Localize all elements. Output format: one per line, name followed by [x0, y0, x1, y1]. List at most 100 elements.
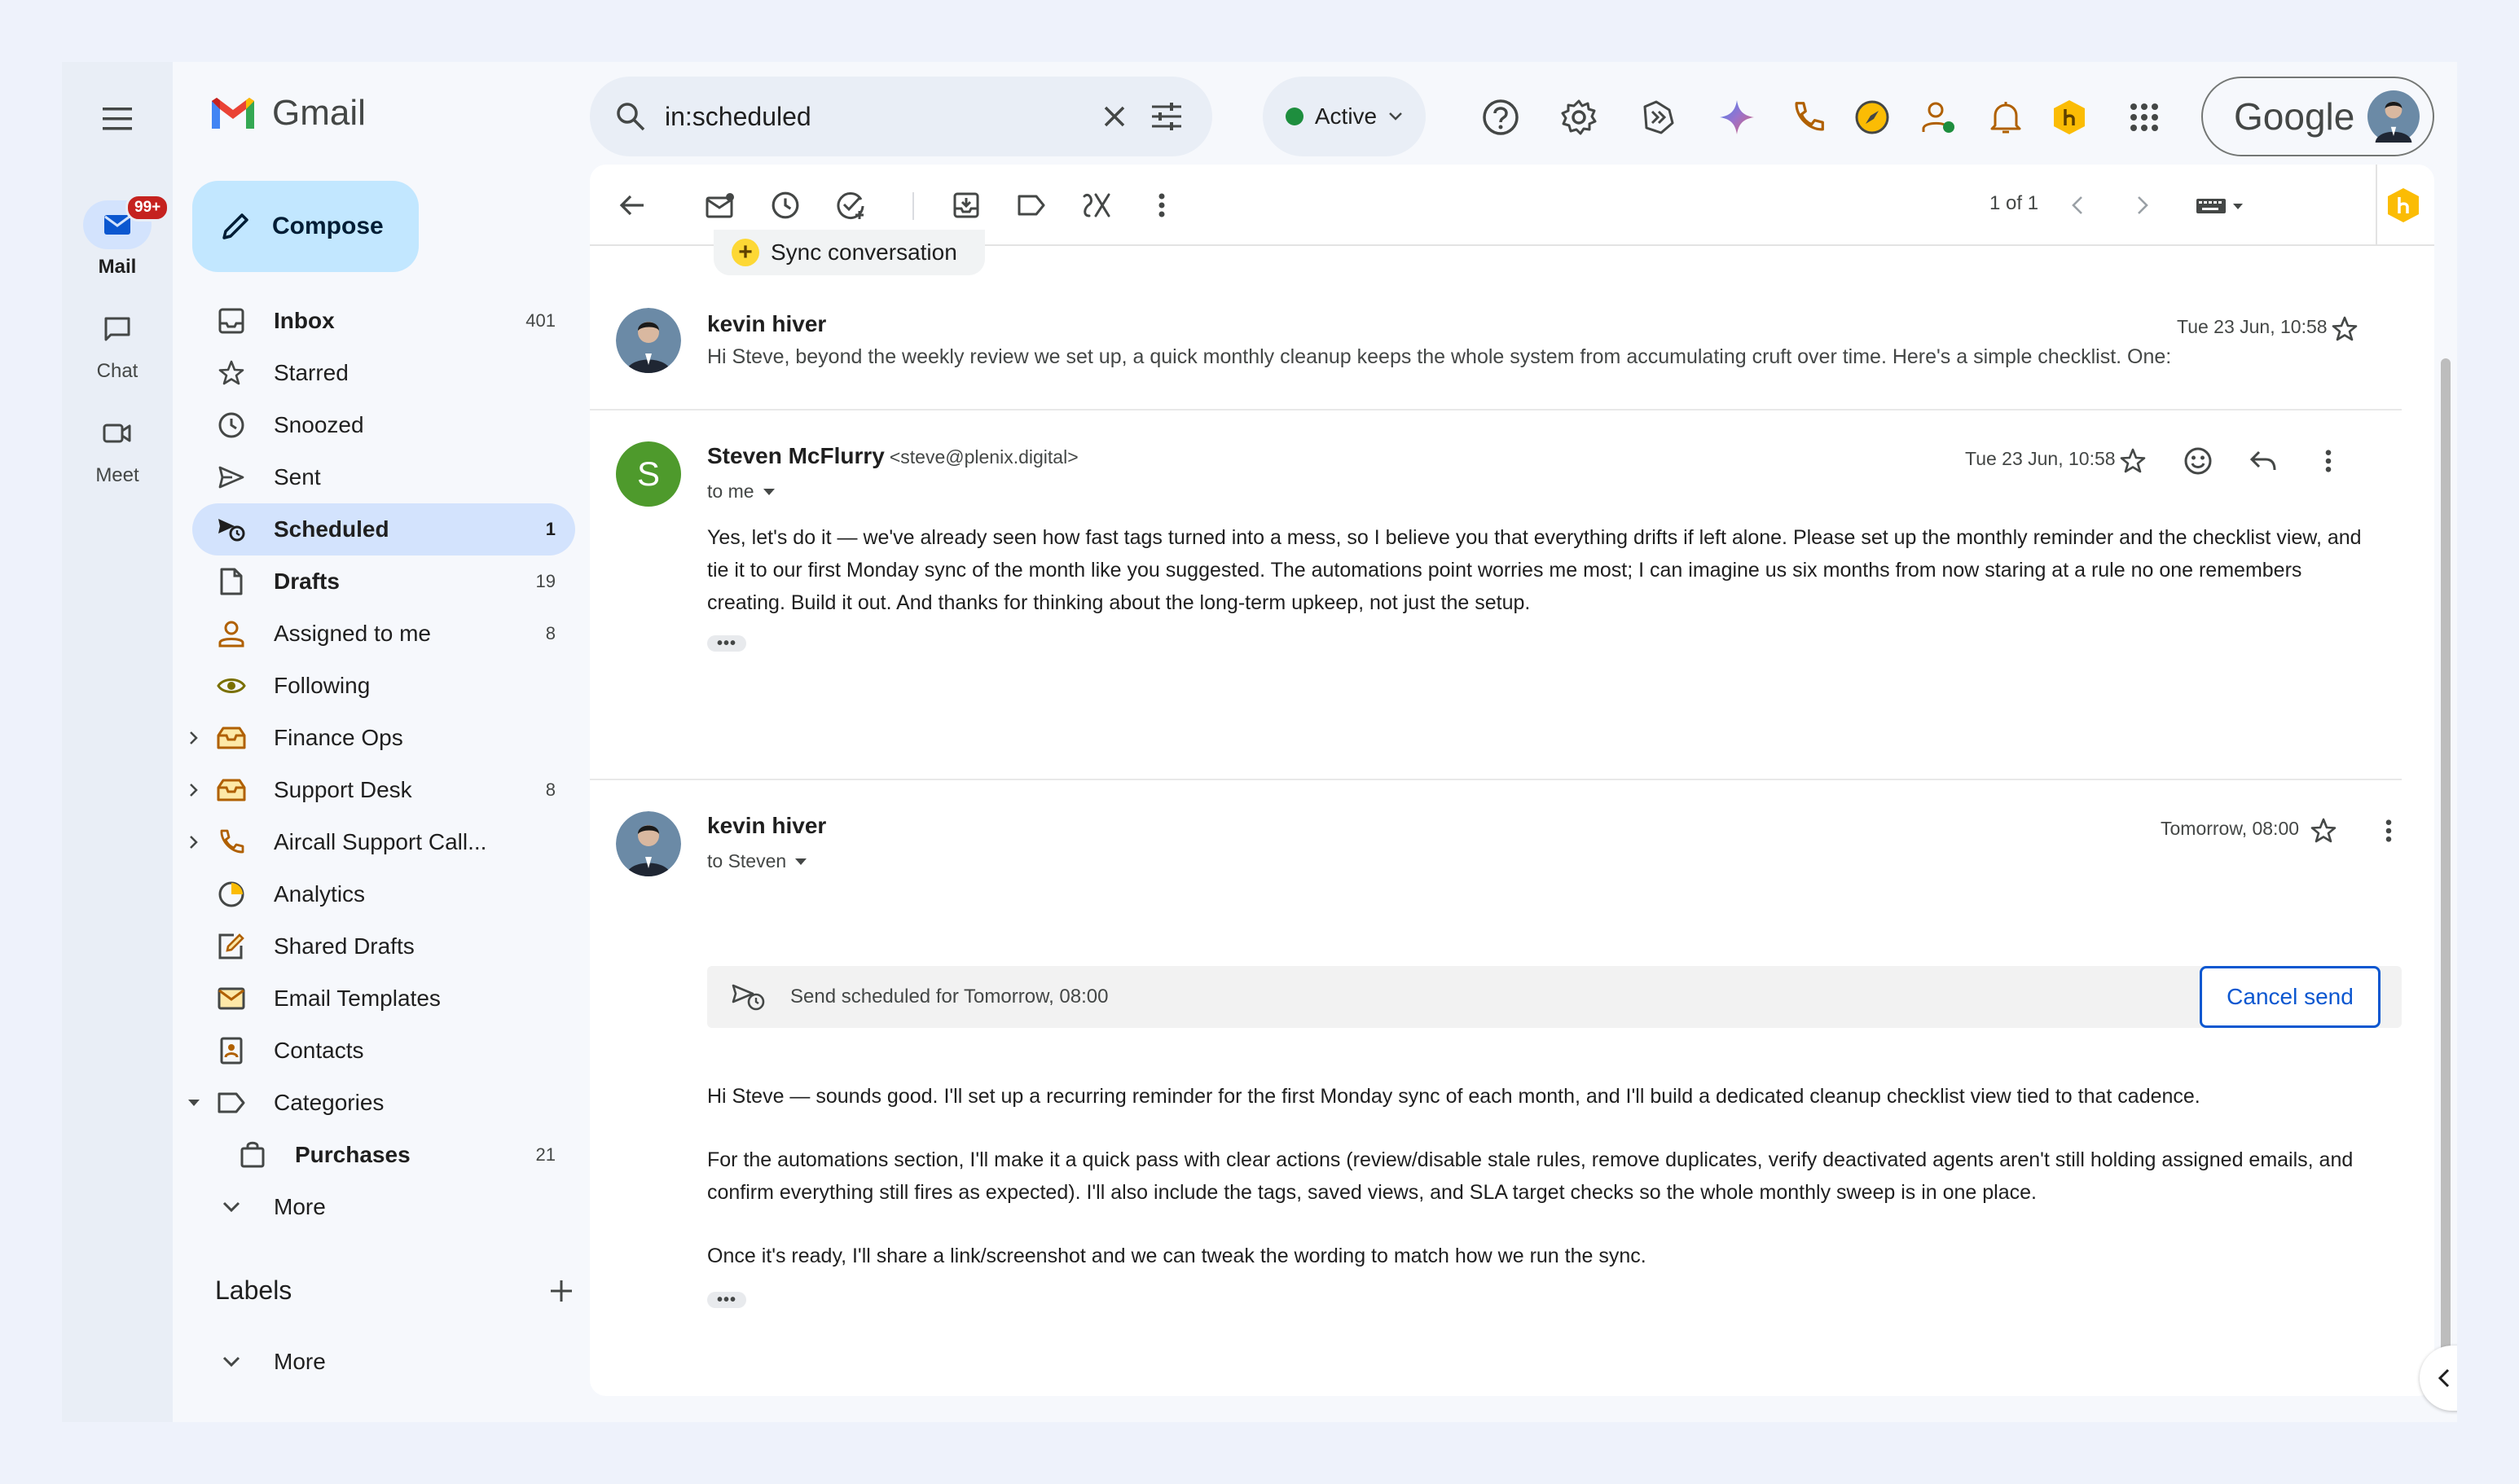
- hiver-extension-button[interactable]: [1634, 93, 1683, 142]
- main-menu-button[interactable]: [96, 98, 138, 140]
- status-selector[interactable]: Active: [1263, 77, 1426, 156]
- nav-label: Scheduled: [274, 516, 389, 542]
- nav-item-starred[interactable]: Starred: [192, 347, 575, 399]
- hiver-assign-button[interactable]: [1075, 184, 1118, 226]
- more-vertical-icon: [2325, 450, 2332, 472]
- star-icon: [2120, 448, 2146, 473]
- nav-item-analytics[interactable]: Analytics: [192, 868, 575, 920]
- sync-label: Sync conversation: [771, 239, 957, 265]
- nav-item-contacts[interactable]: Contacts: [192, 1025, 575, 1077]
- nav-item-sent[interactable]: Sent: [192, 451, 575, 503]
- nav-item-support-desk[interactable]: Support Desk 8: [190, 764, 575, 816]
- expand-chevron-icon[interactable]: [186, 835, 202, 850]
- star-button[interactable]: [2112, 440, 2154, 482]
- label-tag-icon: [218, 1092, 245, 1113]
- nav-item-inbox[interactable]: Inbox 401: [192, 295, 575, 347]
- contacts-status-button[interactable]: [1915, 93, 1963, 142]
- explore-button[interactable]: [1848, 93, 1897, 142]
- sidebar: Gmail Compose Inbox 401 Starred Snoozed: [173, 62, 648, 1422]
- cancel-send-button[interactable]: Cancel send: [2200, 966, 2381, 1028]
- rail-item-mail[interactable]: 99+ Mail: [62, 194, 173, 279]
- google-apps-button[interactable]: [2120, 93, 2169, 142]
- hiver-hexagon-icon: [2054, 100, 2085, 134]
- nav-item-following[interactable]: Following: [192, 660, 575, 712]
- search-input[interactable]: [665, 101, 1084, 132]
- expand-chevron-icon[interactable]: [186, 731, 202, 745]
- nav-label: Inbox: [274, 308, 335, 333]
- sync-conversation-button[interactable]: + Sync conversation: [714, 230, 985, 275]
- nav-item-shared-drafts[interactable]: Shared Drafts: [192, 920, 575, 973]
- snooze-button[interactable]: [764, 184, 807, 226]
- notifications-button[interactable]: [1981, 93, 2030, 142]
- show-trimmed-content-button[interactable]: •••: [707, 634, 746, 652]
- settings-button[interactable]: [1554, 93, 1603, 142]
- scrollbar[interactable]: [2441, 358, 2451, 1409]
- recipients-text: to Steven: [707, 850, 787, 872]
- labels-more-item[interactable]: More: [192, 1336, 575, 1388]
- message-more-button[interactable]: [2307, 440, 2350, 482]
- nav-label: Assigned to me: [274, 621, 431, 646]
- recipients-toggle[interactable]: to Steven: [707, 850, 807, 872]
- nav-label: Sent: [274, 464, 321, 490]
- rail-item-meet[interactable]: Meet: [62, 409, 173, 487]
- nav-label: Following: [274, 673, 371, 698]
- nav-item-aircall-support[interactable]: Aircall Support Call...: [190, 816, 575, 868]
- nav-item-scheduled[interactable]: Scheduled 1: [192, 503, 575, 555]
- tune-sliders-icon: [1152, 103, 1181, 130]
- plus-icon[interactable]: [549, 1279, 574, 1303]
- star-button[interactable]: [2323, 308, 2366, 350]
- hiver-panel-button[interactable]: [2379, 184, 2428, 226]
- reply-button[interactable]: [2242, 440, 2284, 482]
- show-trimmed-content-button[interactable]: •••: [707, 1291, 746, 1309]
- recipients-toggle[interactable]: to me: [707, 481, 776, 503]
- message-more-button[interactable]: [2367, 810, 2410, 852]
- call-button[interactable]: [1784, 93, 1833, 142]
- nav-item-assigned-to-me[interactable]: Assigned to me 8: [192, 608, 575, 660]
- support-button[interactable]: [1476, 93, 1525, 142]
- nav-item-finance-ops[interactable]: Finance Ops: [190, 712, 575, 764]
- add-task-icon: [837, 192, 864, 219]
- nav-item-purchases[interactable]: Purchases 21: [192, 1129, 575, 1181]
- star-button[interactable]: [2302, 810, 2345, 852]
- older-button[interactable]: [2121, 184, 2164, 226]
- input-tools-button[interactable]: [2191, 184, 2257, 226]
- labels-button[interactable]: [1010, 184, 1053, 226]
- nav-item-categories[interactable]: Categories: [188, 1077, 575, 1129]
- expand-chevron-icon[interactable]: [186, 783, 202, 797]
- nav-count: 1: [545, 519, 556, 539]
- newer-button[interactable]: [2056, 184, 2099, 226]
- back-button[interactable]: [611, 184, 653, 226]
- nav-count: 401: [525, 310, 556, 331]
- plus-icon: +: [732, 239, 759, 266]
- nav-item-email-templates[interactable]: Email Templates: [192, 973, 575, 1025]
- caret-down-icon: [763, 488, 775, 495]
- message-divider: [590, 779, 2402, 780]
- mark-unread-button[interactable]: [699, 184, 741, 226]
- rail-item-chat[interactable]: Chat: [62, 305, 173, 383]
- search-icon[interactable]: [614, 100, 647, 133]
- search-options-button[interactable]: [1145, 95, 1188, 138]
- add-task-button[interactable]: [829, 184, 872, 226]
- nav-item-drafts[interactable]: Drafts 19: [192, 555, 575, 608]
- avatar: [616, 308, 681, 373]
- gemini-button[interactable]: [1712, 93, 1761, 142]
- nav-label: Purchases: [295, 1142, 411, 1167]
- gmail-logo[interactable]: Gmail: [209, 93, 366, 134]
- collapse-caret-icon[interactable]: [186, 1098, 202, 1108]
- move-to-inbox-button[interactable]: [945, 184, 987, 226]
- nav-item-snoozed[interactable]: Snoozed: [192, 399, 575, 451]
- draft-document-icon: [220, 568, 243, 595]
- more-options-button[interactable]: [1141, 184, 1183, 226]
- send-icon: [218, 466, 244, 489]
- clear-search-button[interactable]: [1093, 95, 1136, 138]
- nav-item-more[interactable]: More: [192, 1181, 575, 1233]
- add-reaction-button[interactable]: [2177, 440, 2219, 482]
- avatar: [2367, 90, 2420, 143]
- nav-label: Email Templates: [274, 986, 441, 1011]
- compose-button[interactable]: Compose: [192, 181, 419, 272]
- compose-label: Compose: [272, 213, 384, 239]
- more-vertical-icon: [1158, 193, 1165, 217]
- clock-icon: [218, 412, 244, 438]
- hiver-button[interactable]: [2045, 93, 2094, 142]
- account-button[interactable]: Google: [2201, 77, 2434, 156]
